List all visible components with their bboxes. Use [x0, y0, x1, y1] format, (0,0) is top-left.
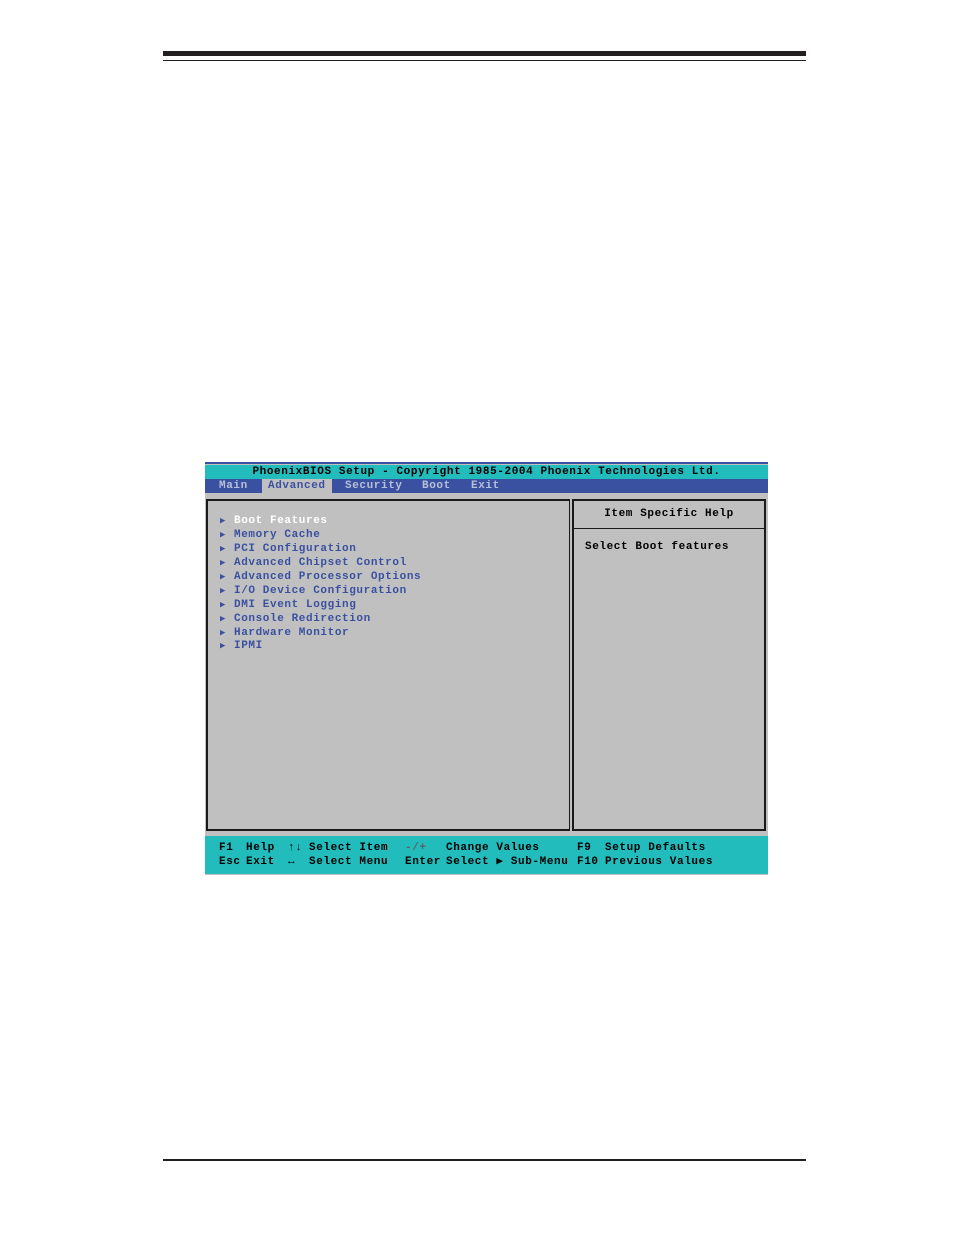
help-pane-header: Item Specific Help [574, 501, 764, 529]
menu-item-boot-features[interactable]: ▶ Boot Features [220, 514, 328, 528]
submenu-arrow-icon: ▶ [220, 516, 227, 526]
key-leftright-desc: Select Menu [309, 856, 389, 868]
key-f9-desc: Setup Defaults [605, 842, 706, 854]
menu-item-console-redirection[interactable]: ▶ Console Redirection [220, 612, 371, 626]
key-f1-desc: Help [246, 842, 275, 854]
bios-setup-screen: PhoenixBIOS Setup - Copyright 1985-2004 … [205, 462, 768, 875]
submenu-arrow-icon: ▶ [220, 614, 227, 624]
key-legend-footer: F1 Help ↑↓ Select Item -/+ Change Values… [205, 836, 768, 874]
header-rule-thick [163, 51, 806, 56]
submenu-arrow-icon: ▶ [220, 586, 227, 596]
key-enter-desc: Select ▶ Sub-Menu [446, 856, 569, 868]
submenu-arrow-icon: ▶ [220, 544, 227, 554]
menu-tab-advanced[interactable]: Advanced [262, 479, 332, 493]
key-enter: Enter [405, 856, 442, 868]
menu-tab-security[interactable]: Security [339, 479, 409, 493]
submenu-arrow-icon: ▶ [220, 572, 227, 582]
up-down-arrows-icon: ↑↓ [288, 842, 303, 854]
submenu-arrow-icon: ▶ [220, 558, 227, 568]
submenu-arrow-icon: ▶ [220, 530, 227, 540]
key-f10-desc: Previous Values [605, 856, 714, 868]
bios-menu-bar: Main Advanced Security Boot Exit [205, 479, 768, 493]
menu-item-dmi-event-logging[interactable]: ▶ DMI Event Logging [220, 598, 356, 612]
advanced-menu-pane: ▶ Boot Features ▶ Memory Cache ▶ PCI Config… [206, 499, 570, 831]
submenu-arrow-icon: ▶ [220, 641, 227, 651]
menu-tab-exit[interactable]: Exit [465, 479, 506, 493]
header-rule-thin [163, 60, 806, 61]
menu-item-advanced-chipset-control[interactable]: ▶ Advanced Chipset Control [220, 556, 407, 570]
key-f10: F10 [577, 856, 599, 868]
key-updown-desc: Select Item [309, 842, 389, 854]
key-minus-plus-desc: Change Values [446, 842, 540, 854]
menu-item-io-device-configuration[interactable]: ▶ I/O Device Configuration [220, 584, 407, 598]
footer-rule [163, 1159, 806, 1161]
key-esc-desc: Exit [246, 856, 275, 868]
menu-item-pci-configuration[interactable]: ▶ PCI Configuration [220, 542, 356, 556]
menu-item-advanced-processor-options[interactable]: ▶ Advanced Processor Options [220, 570, 421, 584]
bios-title-bar: PhoenixBIOS Setup - Copyright 1985-2004 … [205, 465, 768, 479]
menu-item-memory-cache[interactable]: ▶ Memory Cache [220, 528, 320, 542]
submenu-arrow-icon: ▶ [220, 600, 227, 610]
left-right-arrows-icon: ↔ [288, 856, 296, 868]
menu-tab-main[interactable]: Main [213, 479, 254, 493]
key-esc: Esc [219, 856, 241, 868]
menu-item-ipmi[interactable]: ▶ IPMI [220, 639, 263, 653]
key-minus-plus: -/+ [405, 842, 427, 854]
submenu-arrow-icon: ▶ [220, 628, 227, 638]
key-f9: F9 [577, 842, 592, 854]
menu-tab-boot[interactable]: Boot [416, 479, 457, 493]
key-f1: F1 [219, 842, 234, 854]
help-text: Select Boot features [585, 541, 730, 553]
item-help-pane: Item Specific Help Select Boot features [572, 499, 766, 831]
menu-item-hardware-monitor[interactable]: ▶ Hardware Monitor [220, 626, 349, 640]
